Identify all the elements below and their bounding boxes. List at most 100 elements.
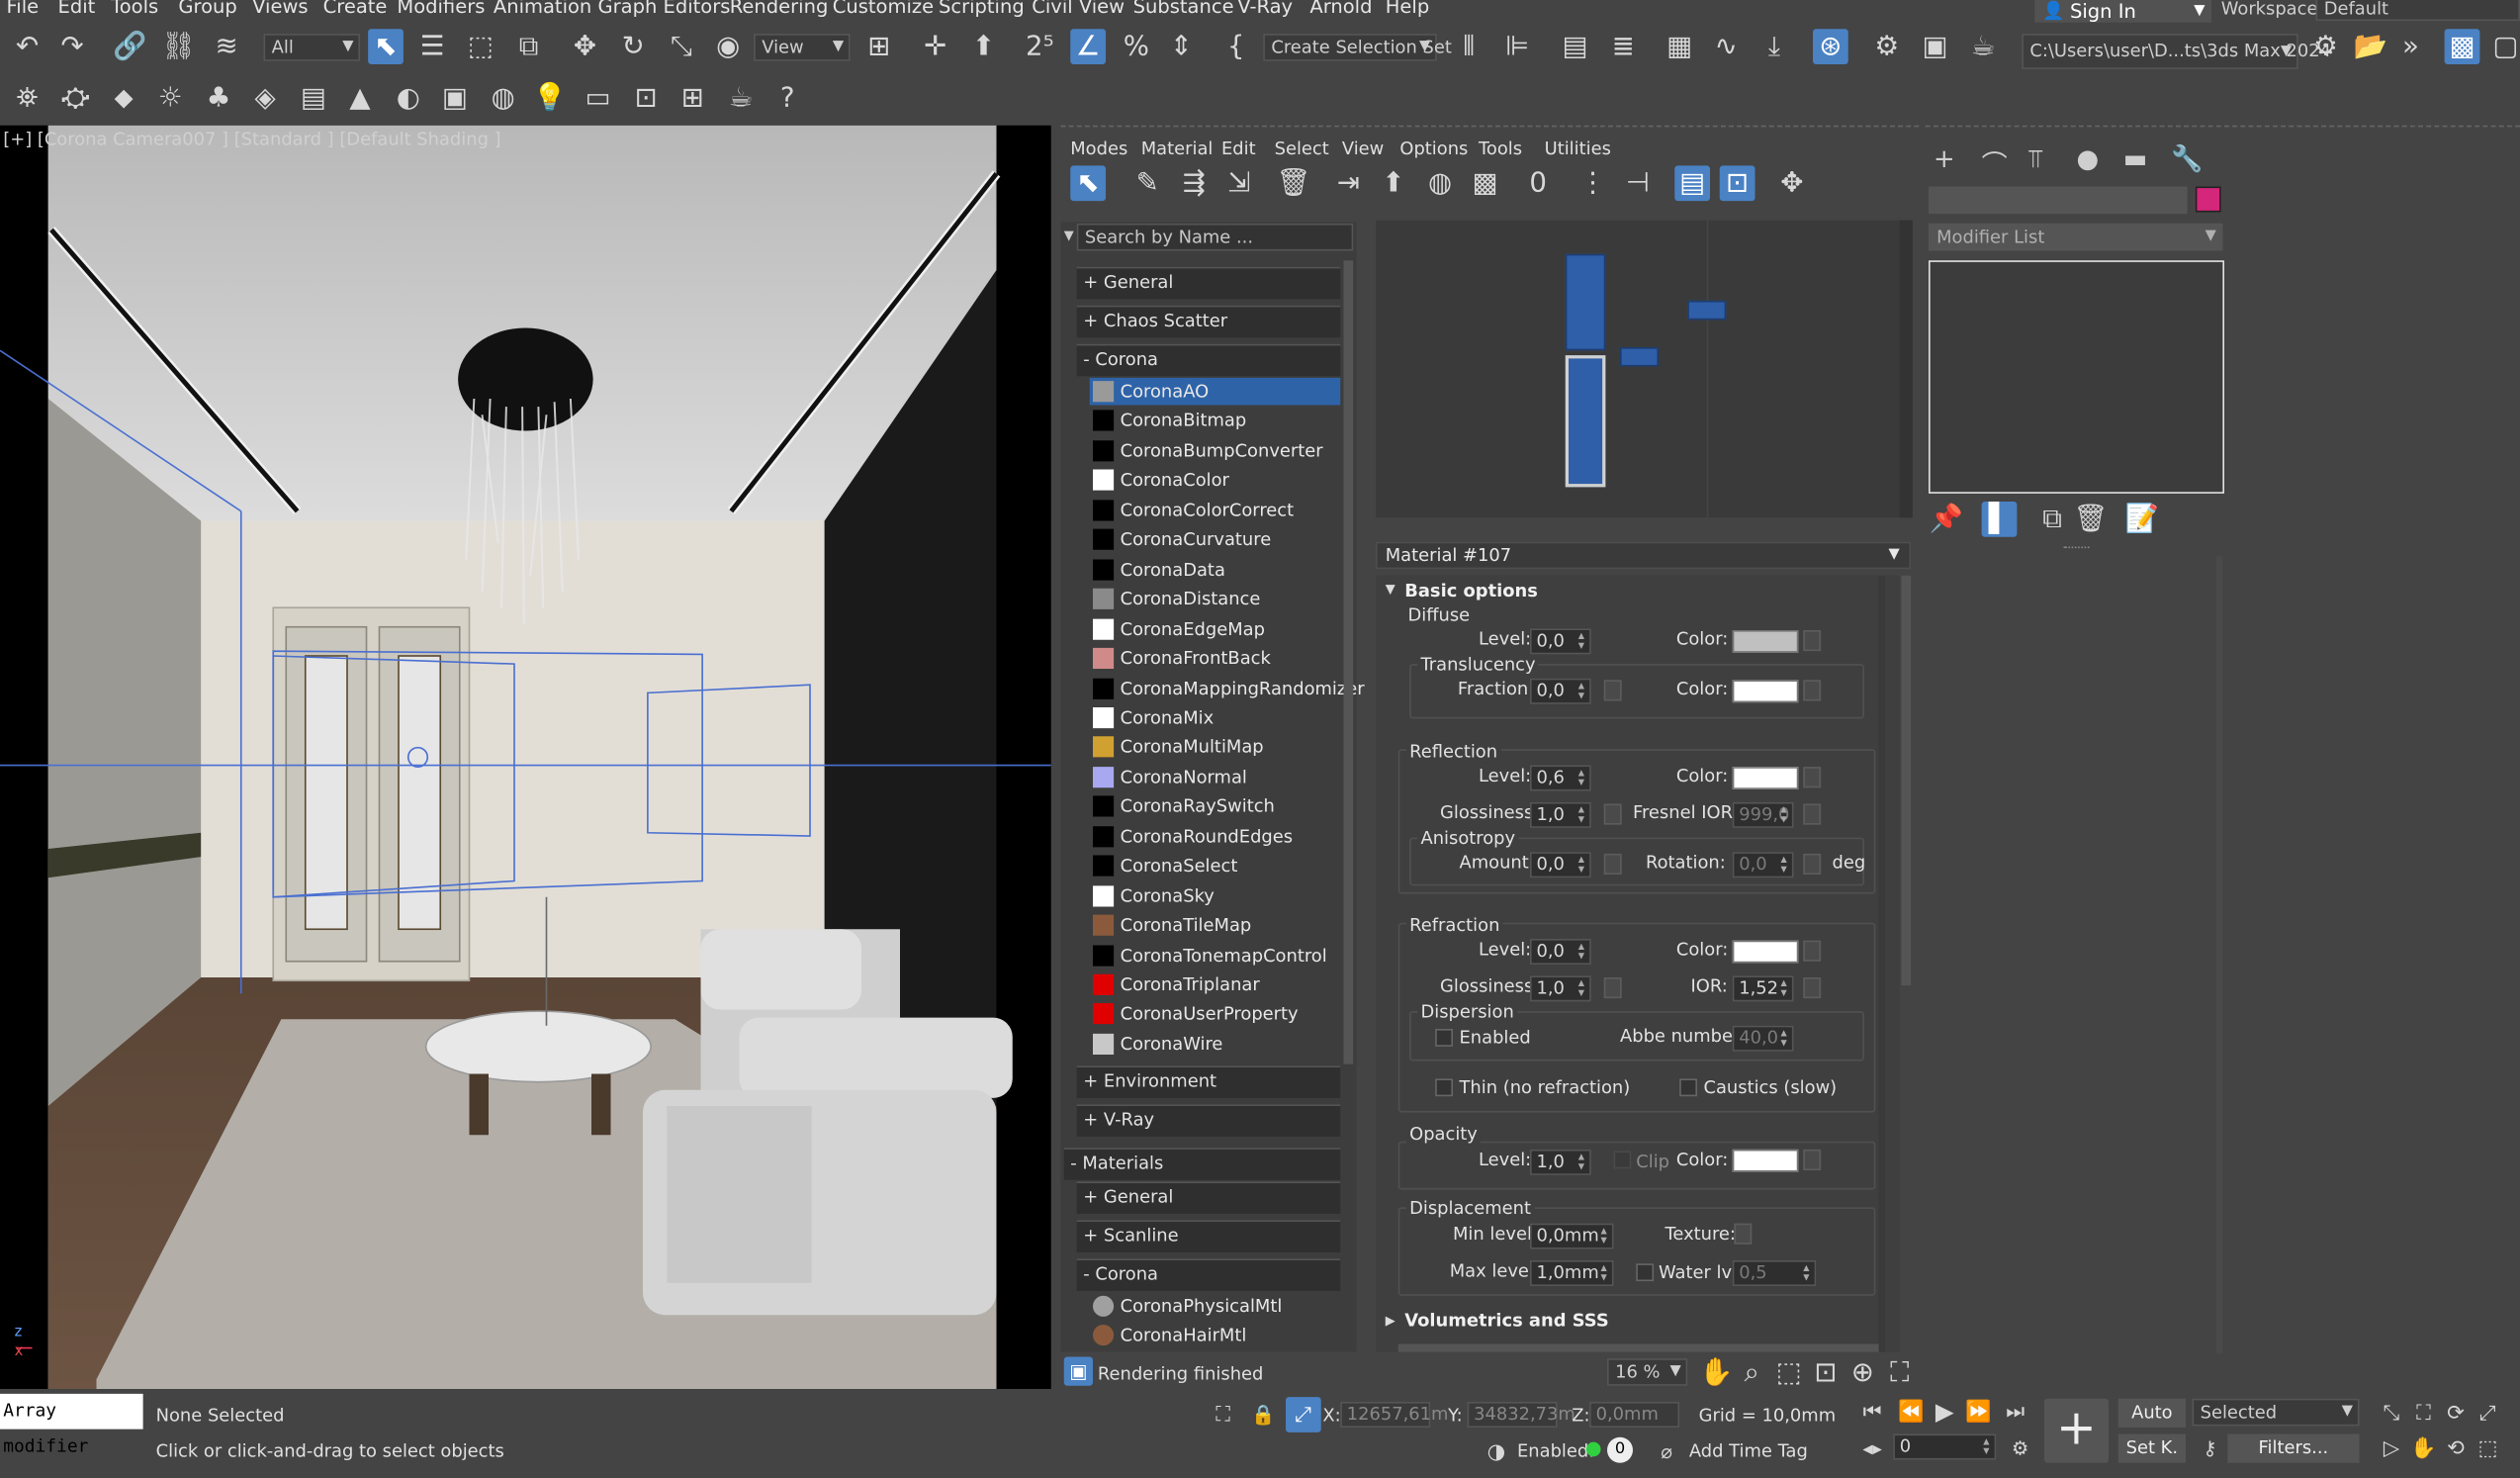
menu-group[interactable]: Group bbox=[178, 0, 236, 18]
map-item[interactable]: CoronaBitmap bbox=[1090, 408, 1341, 435]
named-selection-dropdown[interactable]: Create Selection Set ▼ bbox=[1263, 34, 1452, 61]
modifier-list-dropdown[interactable]: Modifier List ▼ bbox=[1929, 223, 2223, 251]
stand-icon[interactable]: ▲ bbox=[342, 80, 378, 116]
map-item[interactable]: CoronaData bbox=[1090, 556, 1341, 584]
slate-menu-tools[interactable]: Tools bbox=[1479, 139, 1522, 159]
material-map-browser-icon[interactable]: ▤ bbox=[1674, 165, 1710, 202]
select-by-material-icon[interactable]: ✥ bbox=[1774, 165, 1810, 201]
vfb-icon[interactable]: ⊡ bbox=[628, 80, 664, 116]
menu-civil-view[interactable]: Civil View bbox=[1032, 0, 1125, 18]
time-config-icon[interactable]: ⚙ bbox=[2003, 1431, 2038, 1466]
menu-create[interactable]: Create bbox=[323, 0, 388, 18]
material-item[interactable]: CoronaHairMtl bbox=[1090, 1322, 1341, 1349]
slate-menu-options[interactable]: Options bbox=[1399, 139, 1468, 159]
thin-checkbox[interactable] bbox=[1435, 1078, 1453, 1097]
category-corona-materials[interactable]: - Corona bbox=[1076, 1258, 1341, 1291]
project-folder-dropdown[interactable]: C:\Users\user\D...ts\3ds Max 2024 ▼ bbox=[2022, 34, 2331, 69]
translucency-color-swatch[interactable] bbox=[1732, 680, 1799, 703]
isolate-selection-icon[interactable]: ⛶ bbox=[1206, 1397, 1241, 1432]
map-item[interactable]: CoronaCurvature bbox=[1090, 526, 1341, 554]
rendered-frame-window-icon[interactable]: ▣ bbox=[1918, 29, 1953, 64]
menu-graph-editors[interactable]: Graph Editors bbox=[598, 0, 731, 18]
map-item[interactable]: CoronaTonemapControl bbox=[1090, 942, 1341, 970]
opacity-color-swatch[interactable] bbox=[1732, 1149, 1799, 1172]
sign-in-dropdown[interactable]: 👤 Sign In ▼ bbox=[2034, 0, 2211, 23]
show-end-result-toggle-icon[interactable]: ▌ bbox=[1981, 502, 2018, 537]
selection-filter-dropdown[interactable]: All ▼ bbox=[263, 34, 360, 61]
render-setup-icon[interactable]: ⚙ bbox=[1869, 29, 1905, 64]
material-item[interactable]: CoronaPhysicalMtl bbox=[1090, 1293, 1341, 1321]
clip-checkbox[interactable] bbox=[1613, 1151, 1632, 1169]
spinner-snap-icon[interactable]: ⇕ bbox=[1164, 29, 1200, 64]
map-item[interactable]: CoronaWire bbox=[1090, 1030, 1341, 1058]
refraction-map-button[interactable] bbox=[1803, 940, 1822, 962]
menu-animation[interactable]: Animation bbox=[494, 0, 591, 18]
next-frame-icon[interactable]: ⏩ bbox=[1961, 1394, 1997, 1430]
browser-scrollbar[interactable] bbox=[1343, 260, 1354, 1064]
menu-help[interactable]: Help bbox=[1386, 0, 1429, 18]
set-key-big-button[interactable]: + bbox=[2044, 1398, 2109, 1463]
pan-hand-icon[interactable]: ✋ bbox=[1699, 1355, 1735, 1391]
slate-titlebar-grip[interactable] bbox=[1060, 125, 1920, 131]
maxscript-listener[interactable]: Array modifier bbox=[0, 1393, 143, 1456]
window-crossing-icon[interactable]: ⧉ bbox=[511, 29, 547, 64]
absolute-mode-icon[interactable]: ⤢ bbox=[1286, 1397, 1321, 1432]
motion-tab-icon[interactable]: ● bbox=[2077, 143, 2100, 174]
filters-button[interactable]: Filters... bbox=[2227, 1433, 2360, 1463]
time-tag-icon[interactable]: ⌀ bbox=[1649, 1434, 1684, 1470]
ior-spinner[interactable]: 1,52 bbox=[1732, 975, 1794, 1002]
diffuse-map-button[interactable] bbox=[1803, 630, 1822, 652]
orbit-subobject-icon[interactable]: ⟲ bbox=[2438, 1431, 2474, 1466]
make-unique-icon[interactable]: ⧉ bbox=[2034, 502, 2070, 537]
menu-views[interactable]: Views bbox=[252, 0, 308, 18]
configure-modifier-sets-icon[interactable]: 📝 bbox=[2124, 502, 2160, 537]
command-panel-grip[interactable] bbox=[1925, 125, 2520, 131]
y-coord-field[interactable]: 34832,73m bbox=[1467, 1402, 1575, 1428]
map-item[interactable]: CoronaSky bbox=[1090, 882, 1341, 910]
reflection-map-button[interactable] bbox=[1803, 767, 1822, 788]
material-icon[interactable]: ◍ bbox=[486, 80, 521, 116]
volumetrics-rollout[interactable]: Volumetrics and SSS bbox=[1404, 1310, 1609, 1331]
container-icon[interactable]: ⛯ bbox=[10, 80, 45, 116]
teapot-render-icon[interactable]: ◐ bbox=[391, 80, 426, 116]
move-icon[interactable]: ✥ bbox=[568, 29, 603, 64]
undo-icon[interactable]: ↶ bbox=[10, 29, 45, 64]
remove-modifier-icon[interactable]: 🗑 bbox=[2073, 502, 2109, 537]
map-item[interactable]: CoronaTileMap bbox=[1090, 912, 1341, 940]
overflow-chevron-icon[interactable]: » bbox=[2393, 29, 2429, 64]
schematic-view-icon[interactable]: ⤓ bbox=[1756, 29, 1792, 64]
abbe-number-spinner[interactable]: 40,0 bbox=[1732, 1025, 1794, 1052]
adaptive-degradation-icon[interactable]: ◑ bbox=[1479, 1434, 1514, 1470]
fraction-map-button[interactable] bbox=[1603, 680, 1622, 701]
menu-customize[interactable]: Customize bbox=[833, 0, 934, 18]
object-name-input[interactable] bbox=[1929, 186, 2188, 215]
rotation-map-button[interactable] bbox=[1803, 853, 1822, 875]
object-color-swatch[interactable] bbox=[2195, 186, 2221, 213]
zoom-viewport-icon[interactable]: ⤡ bbox=[2374, 1396, 2409, 1432]
reflection-level-spinner[interactable]: 0,6 bbox=[1530, 765, 1591, 791]
xref-icon[interactable]: ⛮ bbox=[58, 80, 94, 116]
show-background-icon[interactable]: ▩ bbox=[1468, 165, 1503, 201]
zoom-dropdown[interactable]: 16 % ▼ bbox=[1607, 1358, 1688, 1386]
slate-menu-select[interactable]: Select bbox=[1275, 139, 1329, 159]
move-children-icon[interactable]: ⇥ bbox=[1331, 165, 1367, 201]
parameter-editor-title[interactable]: Material #107 ▼ bbox=[1376, 541, 1912, 570]
refraction-glossiness-spinner[interactable]: 1,0 bbox=[1530, 975, 1591, 1002]
map-item[interactable]: CoronaColor bbox=[1090, 467, 1341, 495]
proxy-icon[interactable]: ▭ bbox=[581, 80, 616, 116]
maximize-viewport-icon[interactable]: ⬚ bbox=[2471, 1431, 2506, 1466]
collapse-icon[interactable]: ▼ bbox=[1064, 229, 1074, 243]
anisotropy-amount-spinner[interactable]: 0,0 bbox=[1530, 852, 1591, 878]
zoom-all-icon[interactable]: ⛶ bbox=[2406, 1396, 2442, 1432]
snaps-toggle-icon[interactable]: 2⁵ bbox=[1023, 29, 1058, 64]
mirror-icon[interactable]: ⫴ bbox=[1451, 29, 1486, 64]
dispersion-enabled-checkbox[interactable] bbox=[1435, 1029, 1453, 1047]
create-tab-icon[interactable]: + bbox=[1934, 143, 1955, 174]
map-node-2[interactable] bbox=[1687, 300, 1727, 321]
map-item[interactable]: CoronaFrontBack bbox=[1090, 645, 1341, 673]
floor-tile-icon[interactable]: ⬥ bbox=[106, 80, 141, 116]
workspace-menu-icon[interactable]: ▢ bbox=[2488, 29, 2520, 64]
category-general[interactable]: + General bbox=[1076, 266, 1341, 300]
fresnel-map-button[interactable] bbox=[1803, 803, 1822, 825]
translucency-map-button[interactable] bbox=[1803, 680, 1822, 701]
